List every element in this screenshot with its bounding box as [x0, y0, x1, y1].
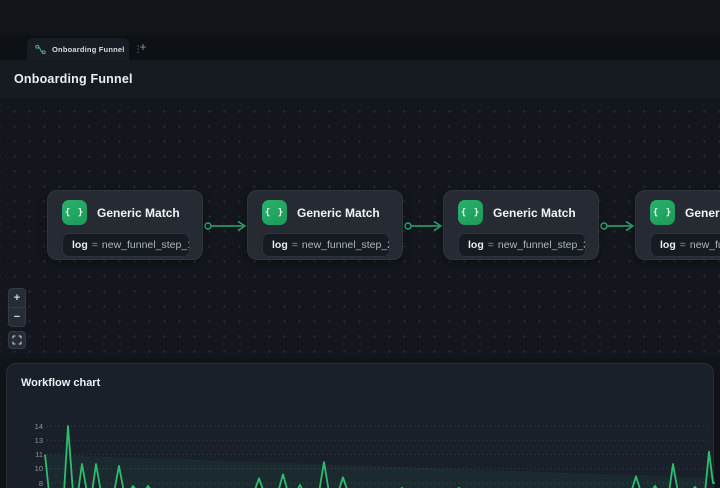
zoom-button-group: + − — [8, 288, 26, 327]
node-header: { } Generic Match — [650, 200, 720, 225]
node-param-pill: log = new_funnel_step_4 — [650, 233, 720, 257]
param-operator: = — [488, 239, 494, 251]
flow-node[interactable]: { } Generic Match log = new_funnel_step_… — [47, 190, 203, 260]
node-title: Generic Match — [97, 206, 180, 220]
y-tick-label: 14 — [21, 422, 43, 431]
canvas-controls: + − — [8, 288, 26, 349]
param-value: new_funnel_step_4 — [690, 239, 720, 251]
node-param-pill: log = new_funnel_step_1 — [62, 233, 190, 257]
param-key: log — [272, 239, 288, 251]
zoom-in-button[interactable]: + — [9, 289, 25, 307]
flow-edge[interactable] — [601, 222, 633, 231]
workflow-chart — [7, 364, 715, 488]
node-param-pill: log = new_funnel_step_2 — [262, 233, 390, 257]
node-header: { } Generic Match — [62, 200, 188, 225]
chart-title: Workflow chart — [21, 377, 100, 389]
page-title: Onboarding Funnel — [14, 72, 133, 86]
braces-icon: { } — [262, 200, 287, 225]
tab-bar: Onboarding Funnel ⋮ + — [0, 36, 720, 60]
workflow-icon — [35, 44, 46, 55]
param-value: new_funnel_step_2 — [302, 239, 390, 251]
fit-view-icon — [12, 335, 22, 345]
flow-node[interactable]: { } Generic Match log = new_funnel_step_… — [635, 190, 720, 260]
app-window: Onboarding Funnel ⋮ + Onboarding Funnel … — [0, 0, 720, 488]
page-header: Onboarding Funnel — [0, 60, 720, 98]
param-key: log — [468, 239, 484, 251]
node-title: Generic Match — [493, 206, 576, 220]
window-top-strip — [0, 0, 720, 36]
flow-node[interactable]: { } Generic Match log = new_funnel_step_… — [443, 190, 599, 260]
flow-canvas[interactable]: { } Generic Match log = new_funnel_step_… — [0, 98, 720, 358]
tab-onboarding-funnel[interactable]: Onboarding Funnel ⋮ — [27, 38, 129, 60]
workflow-chart-panel: Workflow chart 14 13 11 10 8 — [6, 363, 714, 488]
braces-icon: { } — [458, 200, 483, 225]
node-title: Generic Match — [685, 206, 720, 220]
flow-node[interactable]: { } Generic Match log = new_funnel_step_… — [247, 190, 403, 260]
param-key: log — [72, 239, 88, 251]
new-tab-button[interactable]: + — [135, 39, 151, 55]
y-tick-label: 8 — [21, 479, 43, 488]
y-tick-label: 10 — [21, 464, 43, 473]
flow-edge[interactable] — [405, 222, 441, 231]
node-title: Generic Match — [297, 206, 380, 220]
y-tick-label: 13 — [21, 436, 43, 445]
fit-view-button[interactable] — [8, 331, 26, 349]
tab-label: Onboarding Funnel — [52, 45, 125, 54]
param-value: new_funnel_step_3 — [498, 239, 586, 251]
node-param-pill: log = new_funnel_step_3 — [458, 233, 586, 257]
param-operator: = — [92, 239, 98, 251]
flow-edge[interactable] — [205, 222, 245, 231]
y-tick-label: 11 — [21, 450, 43, 459]
node-header: { } Generic Match — [458, 200, 584, 225]
param-value: new_funnel_step_1 — [102, 239, 190, 251]
braces-icon: { } — [650, 200, 675, 225]
chart-line-series — [45, 426, 715, 488]
node-header: { } Generic Match — [262, 200, 388, 225]
param-operator: = — [680, 239, 686, 251]
param-key: log — [660, 239, 676, 251]
zoom-out-button[interactable]: − — [9, 308, 25, 326]
param-operator: = — [292, 239, 298, 251]
braces-icon: { } — [62, 200, 87, 225]
